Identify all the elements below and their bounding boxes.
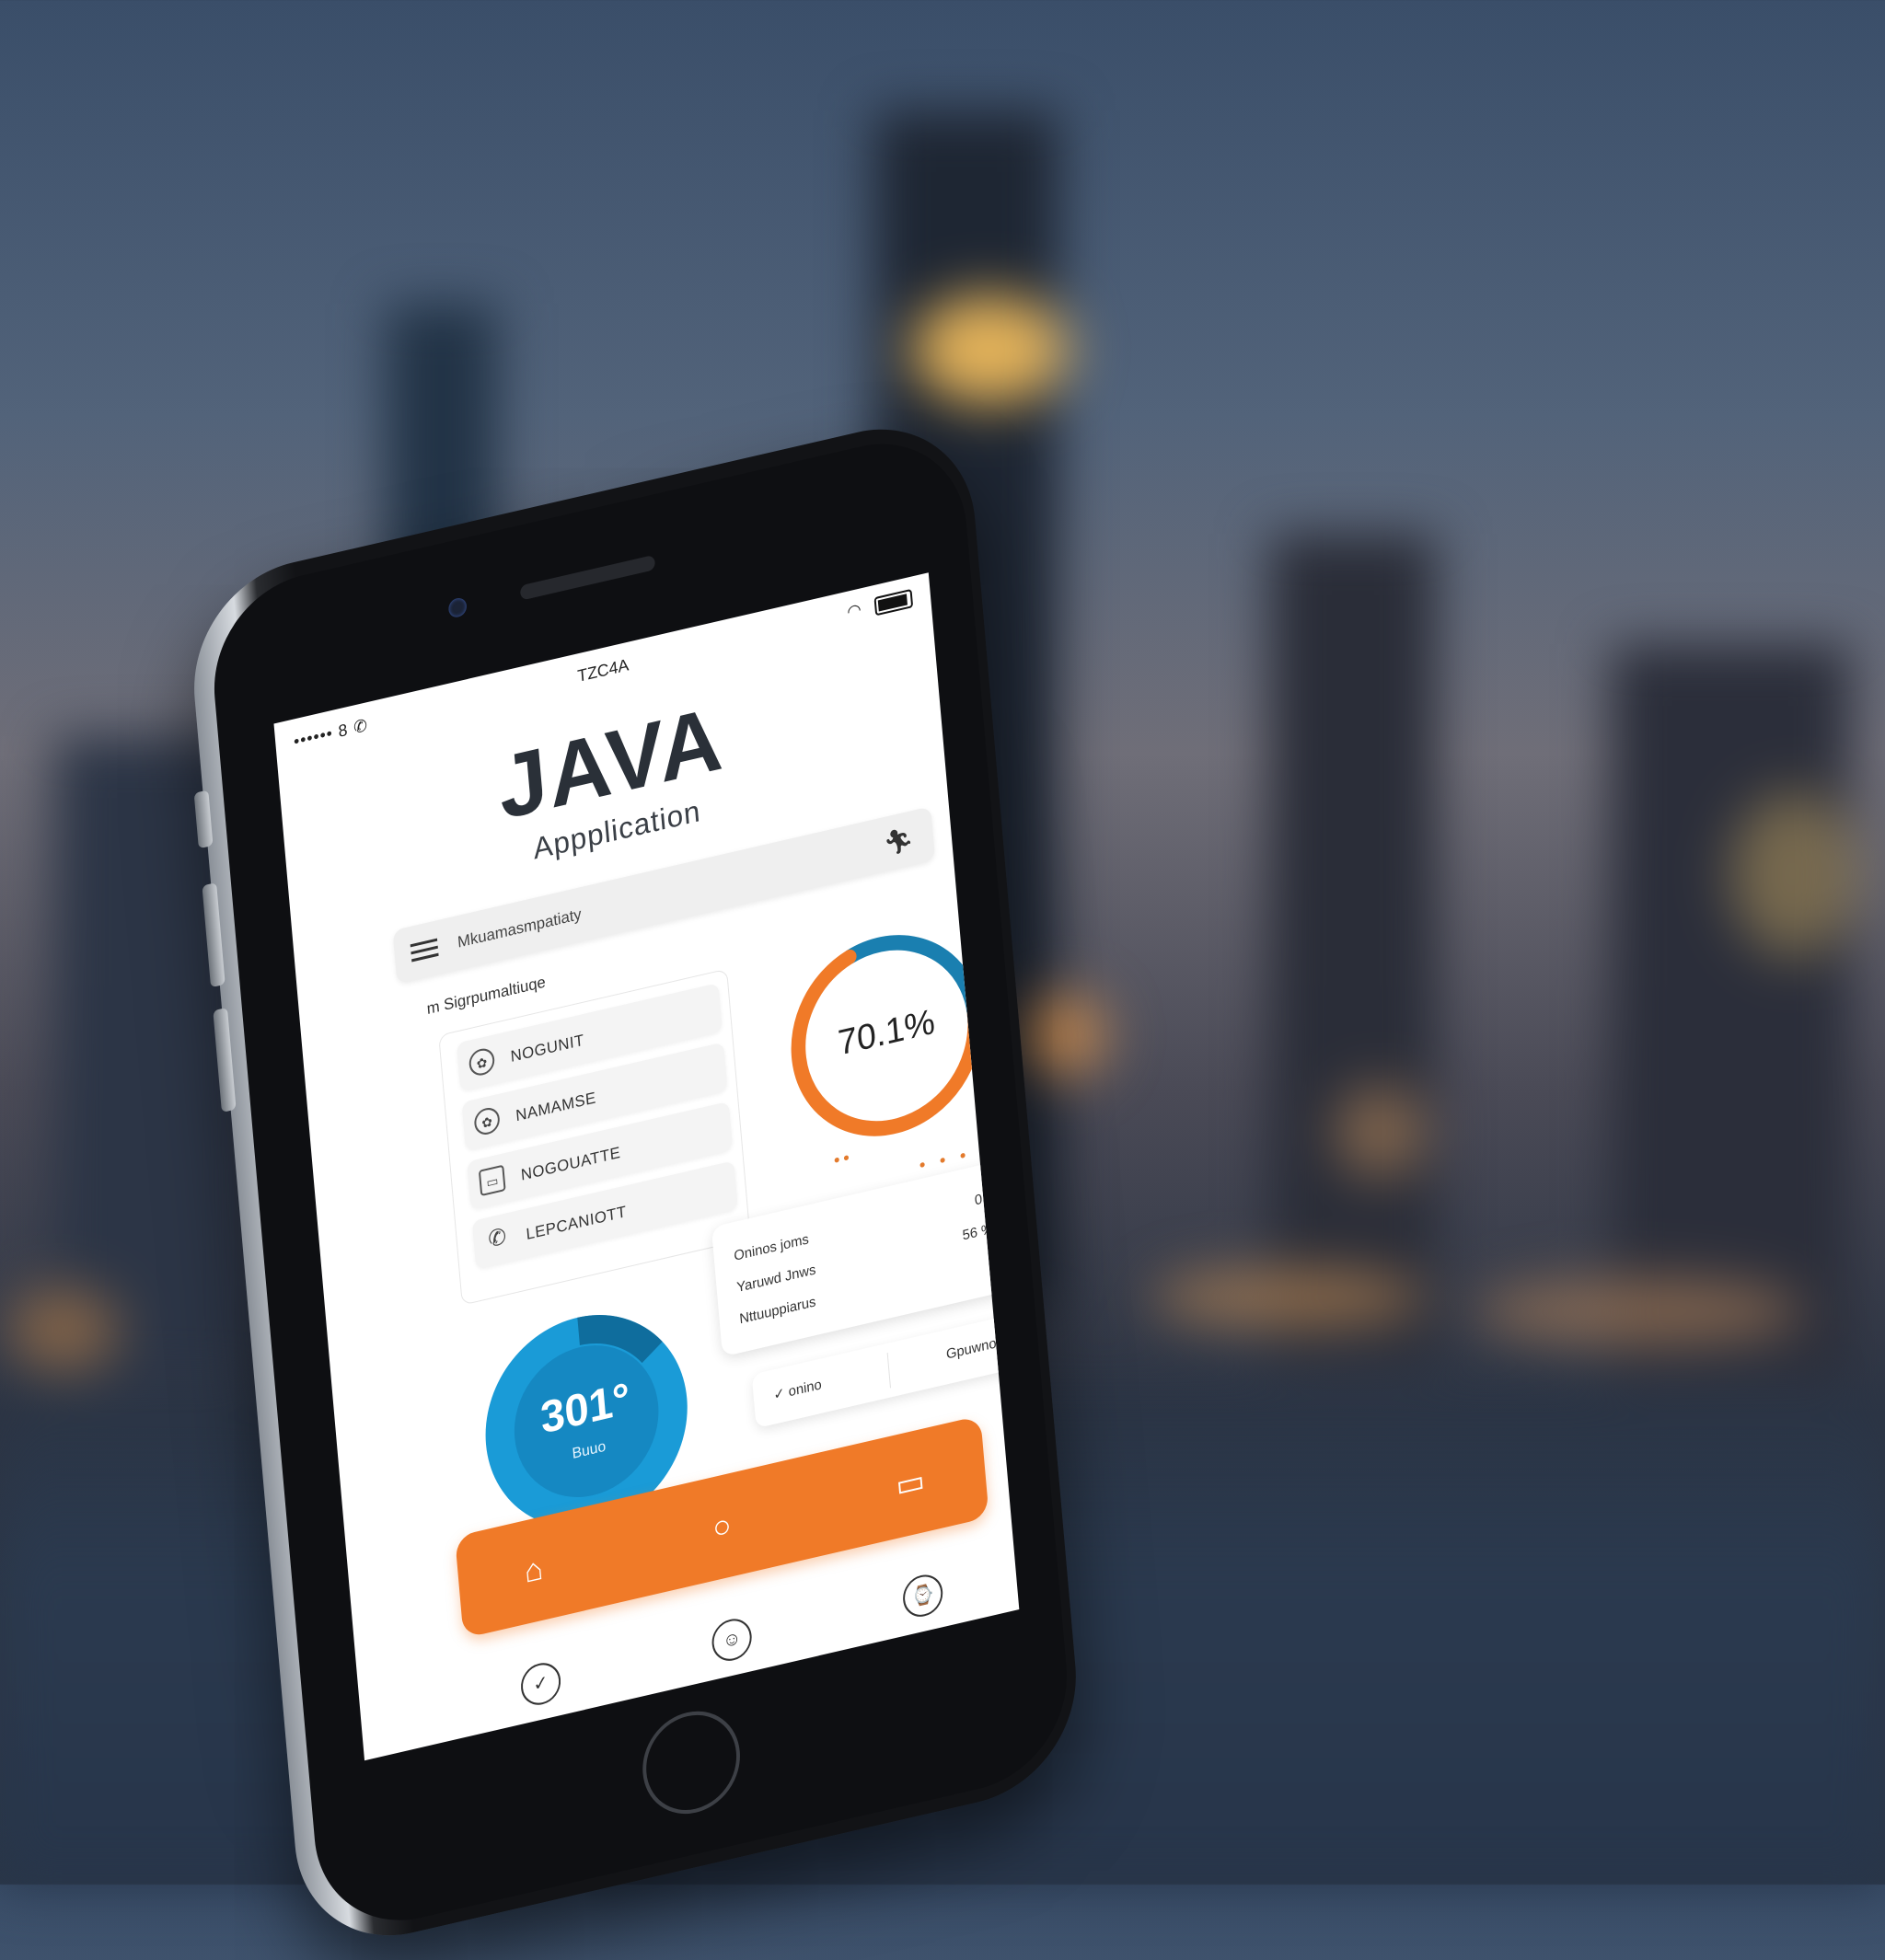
circle-icon[interactable]: ○	[700, 1501, 745, 1553]
home-button[interactable]	[638, 1701, 745, 1824]
smile-icon: ☺	[710, 1615, 754, 1666]
decorative-dots: ● ●	[976, 903, 994, 921]
clock-icon: ⌚	[901, 1571, 945, 1621]
segment-divider	[886, 1352, 891, 1389]
settings-icon: ✿	[473, 1105, 501, 1137]
check-icon: ✓	[519, 1658, 562, 1710]
search-input[interactable]: Mkuamasmpatiaty	[457, 905, 582, 952]
status-dots-icon: ● ● ● ●	[918, 1141, 993, 1172]
tab-completion[interactable]: ✓ Cemeltion	[468, 1647, 618, 1752]
card-icon: ▭	[478, 1164, 506, 1197]
tab-actions[interactable]: ☺ Aidons	[658, 1603, 808, 1708]
menu-list-card: ✿ NOGUNIT ✿ NAMAMSE ▭ NOGOUATTE ✆ LEPCAN…	[438, 968, 751, 1306]
gear-icon: ✿	[468, 1045, 496, 1078]
wifi-icon: ◠	[846, 599, 862, 622]
battery-indicator: ◠	[846, 588, 914, 623]
wallet-icon[interactable]: ▭	[888, 1458, 933, 1510]
phone-device: •••••• 8 ✆ TZC4A ◠ JAVA Appplication Mku…	[185, 407, 1085, 1958]
segment-right-button[interactable]: Gpuwnos	[945, 1333, 1003, 1362]
decorative-dots: ● ●	[832, 1149, 850, 1167]
section-label: m Sigrpumaltiuqe	[425, 973, 547, 1019]
hamburger-menu-icon[interactable]	[410, 934, 439, 968]
tab-dimensions[interactable]: ⌚ Dimbouns	[850, 1559, 1000, 1664]
app-screen: •••••• 8 ✆ TZC4A ◠ JAVA Appplication Mku…	[273, 572, 1020, 1761]
front-camera	[447, 596, 468, 619]
progress-ring: 70.1% ● ● ● ●	[769, 900, 1004, 1171]
phone-icon: ✆	[487, 1223, 508, 1253]
running-person-icon[interactable]: 🏃︎	[883, 824, 915, 859]
segment-left-button[interactable]: ✓ onino	[773, 1376, 823, 1403]
bag-icon[interactable]: ⌂	[511, 1544, 556, 1597]
earpiece	[519, 554, 656, 601]
